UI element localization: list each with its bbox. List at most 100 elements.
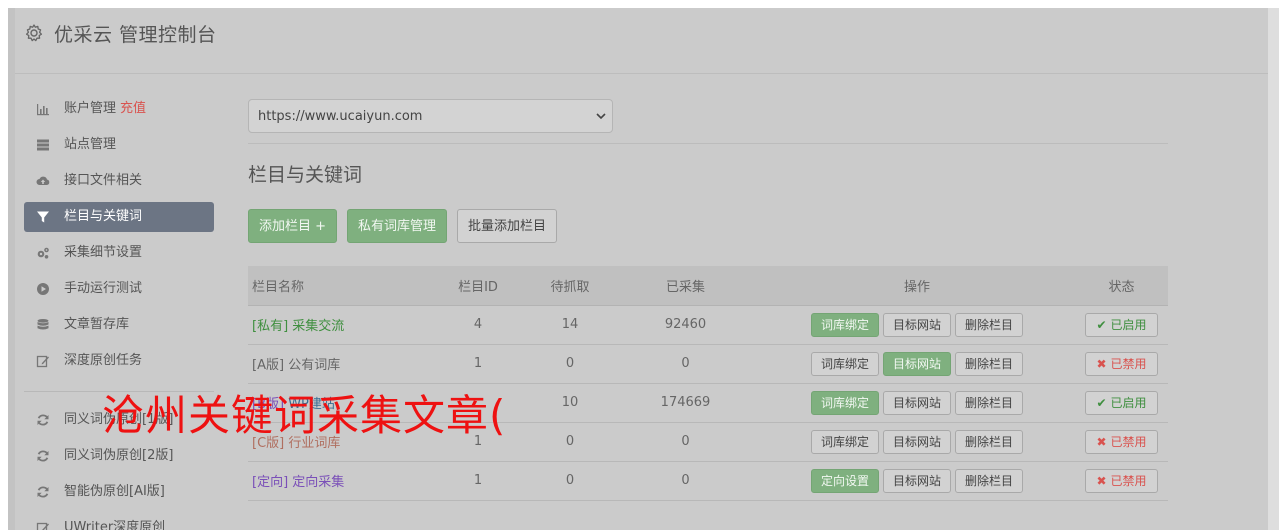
status-toggle-button[interactable]: ✖ 已禁用 [1085,468,1158,493]
close-icon: ✖ [1096,434,1107,449]
lexicon-bind-button[interactable]: 词库绑定 [810,351,879,376]
delete-column-button[interactable]: 删除栏目 [955,429,1024,454]
status-label: 已禁用 [1110,434,1147,449]
status-toggle-button[interactable]: ✖ 已禁用 [1085,429,1158,454]
column-header: 状态 [1075,266,1168,306]
target-site-button[interactable]: 目标网站 [882,351,951,376]
operations-cell: 定向设置 目标网站 删除栏目 [759,461,1075,501]
site-select[interactable]: https://www.ucaiyun.com [248,99,613,133]
pending-count[interactable]: 0 [528,422,612,462]
column-header: 操作 [759,266,1075,306]
app-title: 优采云 管理控制台 [54,24,217,46]
column-name-link[interactable]: 公有词库 [288,358,340,373]
column-tag: [定向] [252,475,289,490]
column-id: 1 [428,461,528,501]
status-toggle-button[interactable]: ✔ 已启用 [1085,390,1158,415]
operations-cell: 词库绑定 目标网站 删除栏目 [759,422,1075,462]
sidebar-item-collect-settings[interactable]: 采集细节设置 [24,238,214,268]
lexicon-bind-button[interactable]: 词库绑定 [810,390,879,415]
delete-column-button[interactable]: 删除栏目 [955,468,1024,493]
batch-add-button[interactable]: 批量添加栏目 [457,209,558,243]
delete-column-button[interactable]: 删除栏目 [955,390,1024,415]
target-site-button[interactable]: 目标网站 [882,312,951,337]
status-toggle-button[interactable]: ✖ 已禁用 [1085,351,1158,376]
collected-count: 0 [612,344,759,384]
collected-count: 174669 [612,383,759,423]
sidebar-item-label: 账户管理 [64,101,117,116]
directed-settings-button[interactable]: 定向设置 [810,468,879,493]
sidebar-item-label: 站点管理 [64,137,117,152]
column-name-link[interactable]: 采集交流 [292,319,344,334]
sidebar-item-synonym-v2[interactable]: 同义词伪原创[2版] [24,441,214,471]
pending-count[interactable]: 10 [528,383,612,423]
sidebar-item-label: UWriter深度原创 [64,520,166,530]
collected-count: 0 [612,422,759,462]
pending-count[interactable]: 14 [528,305,612,345]
page-title: 栏目与关键词 [248,164,363,186]
sidebar-item-columns[interactable]: 栏目与关键词 [24,202,214,232]
table-header-row: 栏目名称 栏目ID 待抓取 已采集 操作 状态 [248,266,1168,306]
private-lexicon-button[interactable]: 私有词库管理 [347,209,448,243]
server-icon [37,139,49,151]
recharge-link[interactable]: 充值 [120,101,146,116]
column-name-cell: [定向] 定向采集 [248,461,428,501]
column-tag: [私有] [252,319,289,334]
play-circle-icon [37,283,49,295]
watermark-text: 沧州关键词采集文章( [102,391,507,440]
column-header: 栏目ID [428,266,528,306]
operations-cell: 词库绑定 目标网站 删除栏目 [759,383,1075,423]
sidebar-item-article-store[interactable]: 文章暂存库 [24,310,214,340]
scrollbar-track[interactable] [1268,8,1279,530]
pending-count[interactable]: 0 [528,461,612,501]
status-cell: ✖ 已禁用 [1075,344,1168,384]
database-icon [37,319,49,330]
status-cell: ✖ 已禁用 [1075,461,1168,501]
column-name-link[interactable]: 定向采集 [292,475,344,490]
gear-icon[interactable] [24,23,44,43]
operations-cell: 词库绑定 目标网站 删除栏目 [759,305,1075,345]
sidebar-item-uwriter[interactable]: UWriter深度原创 [24,513,214,530]
column-name-cell: [私有] 采集交流 [248,305,428,345]
delete-column-button[interactable]: 删除栏目 [955,351,1024,376]
status-toggle-button[interactable]: ✔ 已启用 [1085,312,1158,337]
site-select-wrapper: https://www.ucaiyun.com [248,99,613,133]
column-name-cell: [A版] 公有词库 [248,344,428,384]
collected-count: 0 [612,461,759,501]
target-site-button[interactable]: 目标网站 [882,468,951,493]
sidebar-item-ai-rewrite[interactable]: 智能伪原创[AI版] [24,477,214,507]
divider [248,143,1168,144]
sidebar-item-label: 接口文件相关 [64,173,143,188]
delete-column-button[interactable]: 删除栏目 [955,312,1024,337]
cloud-upload-icon [36,176,50,185]
bar-chart-icon [37,104,49,116]
sidebar-item-label: 文章暂存库 [64,317,130,332]
sidebar-item-sites[interactable]: 站点管理 [24,130,214,160]
sidebar-item-account[interactable]: 账户管理 充值 [24,94,214,124]
column-id: 1 [428,344,528,384]
close-icon: ✖ [1096,473,1107,488]
status-label: 已禁用 [1110,356,1147,371]
column-header: 待抓取 [528,266,612,306]
table-row: [私有] 采集交流 4 14 92460 词库绑定 目标网站 删除栏目 ✔ 已启用 [248,305,1168,345]
sidebar-item-label: 智能伪原创[AI版] [64,484,165,499]
filter-icon [37,211,49,223]
sidebar-item-interface[interactable]: 接口文件相关 [24,166,214,196]
add-column-button[interactable]: 添加栏目 + [248,209,338,243]
edit-icon [36,522,49,530]
top-header: 优采云 管理控制台 [15,8,1268,74]
pending-count[interactable]: 0 [528,344,612,384]
lexicon-bind-button[interactable]: 词库绑定 [810,312,879,337]
lexicon-bind-button[interactable]: 词库绑定 [810,429,879,454]
sidebar-item-deep-original[interactable]: 深度原创任务 [24,346,214,376]
sidebar-nav: 账户管理充值 站点管理 接口文件相关 栏目与关键词 采集细节设置 手动运行测试 [24,94,214,382]
column-id: 4 [428,305,528,345]
refresh-icon [37,414,49,426]
target-site-button[interactable]: 目标网站 [882,429,951,454]
column-header: 已采集 [612,266,759,306]
toolbar: 添加栏目 + 私有词库管理 批量添加栏目 [248,209,1168,243]
sidebar-item-manual-run[interactable]: 手动运行测试 [24,274,214,304]
target-site-button[interactable]: 目标网站 [882,390,951,415]
status-label: 已启用 [1110,317,1147,332]
sidebar-item-label: 手动运行测试 [64,281,143,296]
status-cell: ✖ 已禁用 [1075,422,1168,462]
